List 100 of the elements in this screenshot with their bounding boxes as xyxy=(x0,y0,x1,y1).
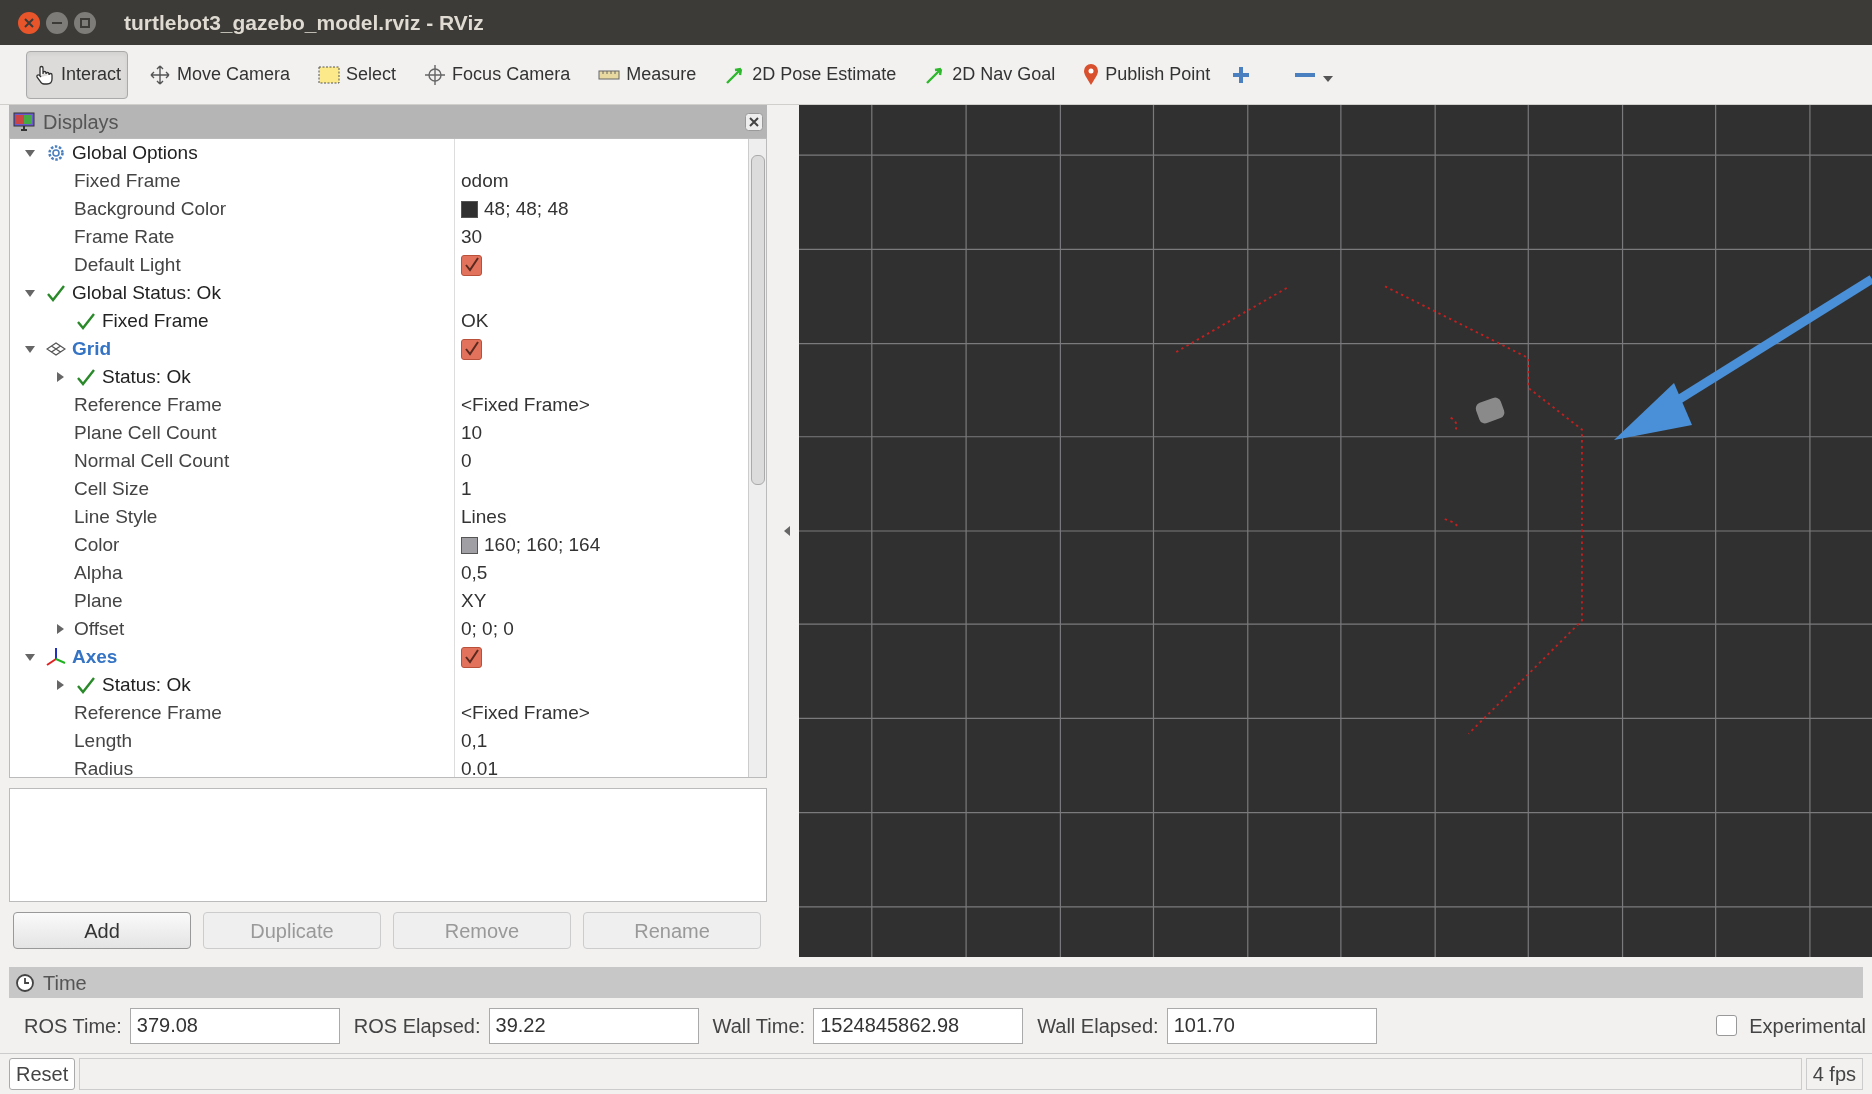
tree-item-label[interactable]: Color xyxy=(74,530,120,560)
pin-icon xyxy=(1083,63,1100,86)
minimize-button[interactable] xyxy=(46,11,68,34)
tree-item-label[interactable]: Offset xyxy=(74,614,125,644)
tree-item-label[interactable]: Background Color xyxy=(74,194,227,224)
property-value: <Fixed Frame> xyxy=(461,392,590,417)
plus-icon[interactable] xyxy=(1231,64,1252,85)
checkbox[interactable] xyxy=(461,254,482,276)
checkbox[interactable] xyxy=(461,646,482,668)
field-label: Wall Elapsed: xyxy=(1037,1013,1159,1039)
grid-icon xyxy=(46,341,66,357)
checkmark-icon xyxy=(463,648,480,666)
property-value: 0,5 xyxy=(461,560,488,585)
property-value: 1 xyxy=(461,476,472,501)
property-value: 0.01 xyxy=(461,756,498,777)
property-value: 30 xyxy=(461,224,483,249)
property-value: 160; 160; 164 xyxy=(484,532,601,557)
tree-item-label[interactable]: Length xyxy=(74,726,133,756)
checkmark-icon xyxy=(463,340,480,358)
tree-item-label[interactable]: Fixed Frame xyxy=(74,166,181,196)
maximize-button[interactable] xyxy=(74,11,96,34)
tool-button[interactable]: 2D Nav Goal xyxy=(917,50,1063,99)
field-label: Wall Time: xyxy=(712,1013,806,1039)
clock-icon xyxy=(15,972,35,993)
expand-arrow-icon[interactable] xyxy=(54,679,66,691)
reset-button[interactable]: Reset xyxy=(9,1058,76,1090)
property-value: 10 xyxy=(461,420,483,445)
tool-button[interactable]: Select xyxy=(311,50,404,99)
monitor-icon xyxy=(13,111,35,132)
tree-item-label[interactable]: Global Options xyxy=(72,139,198,168)
tree-item-label[interactable]: Reference Frame xyxy=(74,698,222,728)
tree-item-label[interactable]: Status: Ok xyxy=(102,670,191,700)
checkmark-icon xyxy=(463,256,480,274)
tree-item-label[interactable]: Grid xyxy=(72,334,112,364)
panel-button[interactable]: Add xyxy=(13,912,191,949)
tree-item-label[interactable]: Reference Frame xyxy=(74,390,222,420)
expand-arrow-icon[interactable] xyxy=(54,623,66,635)
close-icon xyxy=(24,17,34,28)
time-field[interactable]: 39.22 xyxy=(488,1007,699,1044)
tree-item-label[interactable]: Default Light xyxy=(74,250,181,280)
select-icon xyxy=(318,64,341,85)
collapse-arrow-icon[interactable] xyxy=(783,525,791,537)
property-value: OK xyxy=(461,308,489,333)
tree-item-label[interactable]: Plane xyxy=(74,586,123,616)
tree-item-label[interactable]: Fixed Frame xyxy=(102,306,209,336)
axes-icon xyxy=(45,647,67,667)
ruler-icon xyxy=(598,68,621,81)
collapse-arrow-icon[interactable] xyxy=(24,147,36,159)
collapse-arrow-icon[interactable] xyxy=(24,343,36,355)
tool-button[interactable]: 2D Pose Estimate xyxy=(717,50,904,99)
fps-label: 4 fps xyxy=(1805,1058,1863,1090)
expand-arrow-icon[interactable] xyxy=(54,371,66,383)
panel-title: Displays xyxy=(43,109,119,135)
checkmark-icon xyxy=(76,675,96,695)
tree-item-label[interactable]: Radius xyxy=(74,754,134,777)
tree-item-label[interactable]: Global Status: Ok xyxy=(72,278,221,308)
scrollbar[interactable] xyxy=(748,139,766,777)
checkmark-icon xyxy=(76,367,96,387)
tree-item-label[interactable]: Line Style xyxy=(74,502,158,532)
tree-item-label[interactable]: Plane Cell Count xyxy=(74,418,217,448)
tree-item-label[interactable]: Cell Size xyxy=(74,474,149,504)
tool-button[interactable]: Publish Point xyxy=(1076,50,1218,99)
checkbox[interactable] xyxy=(461,338,482,360)
window-title: turtlebot3_gazebo_model.rviz - RViz xyxy=(124,9,484,36)
tool-button[interactable]: Move Camera xyxy=(142,50,298,99)
time-field[interactable]: 101.70 xyxy=(1166,1007,1377,1044)
property-value: 48; 48; 48 xyxy=(484,196,569,221)
crosshair-icon xyxy=(424,63,447,86)
tree-item-label[interactable]: Normal Cell Count xyxy=(74,446,230,476)
collapse-arrow-icon[interactable] xyxy=(24,287,36,299)
tool-button[interactable]: Measure xyxy=(591,50,704,99)
time-field[interactable]: 379.08 xyxy=(129,1007,340,1044)
tool-button[interactable]: Interact xyxy=(26,50,129,99)
collapse-arrow-icon[interactable] xyxy=(24,651,36,663)
gear-icon xyxy=(46,143,66,163)
hand-icon xyxy=(33,63,55,86)
property-value: 0; 0; 0 xyxy=(461,616,514,641)
property-value: 0,1 xyxy=(461,728,488,753)
checkmark-icon xyxy=(46,283,66,303)
tree-item-label[interactable]: Status: Ok xyxy=(102,362,191,392)
close-icon[interactable] xyxy=(745,112,763,131)
tree-item-label[interactable]: Alpha xyxy=(74,558,123,588)
property-value: odom xyxy=(461,168,509,193)
checkmark-icon xyxy=(76,311,96,331)
tree-item-label[interactable]: Axes xyxy=(72,642,118,672)
checkbox[interactable] xyxy=(1716,1015,1738,1036)
time-field[interactable]: 1524845862.98 xyxy=(813,1007,1024,1044)
dropdown-caret-icon[interactable] xyxy=(1323,74,1334,83)
checkbox-label: Experimental xyxy=(1749,1013,1866,1039)
property-value: <Fixed Frame> xyxy=(461,700,590,725)
property-value: Lines xyxy=(461,504,507,529)
tree-item-label[interactable]: Frame Rate xyxy=(74,222,175,252)
tool-button[interactable]: Focus Camera xyxy=(417,50,578,99)
field-label: ROS Elapsed: xyxy=(353,1013,481,1039)
panel-title: Time xyxy=(43,970,87,996)
field-label: ROS Time: xyxy=(24,1013,122,1039)
property-value: XY xyxy=(461,588,487,613)
close-button[interactable] xyxy=(18,11,40,34)
maximize-icon xyxy=(80,17,90,28)
move-icon xyxy=(149,63,172,86)
